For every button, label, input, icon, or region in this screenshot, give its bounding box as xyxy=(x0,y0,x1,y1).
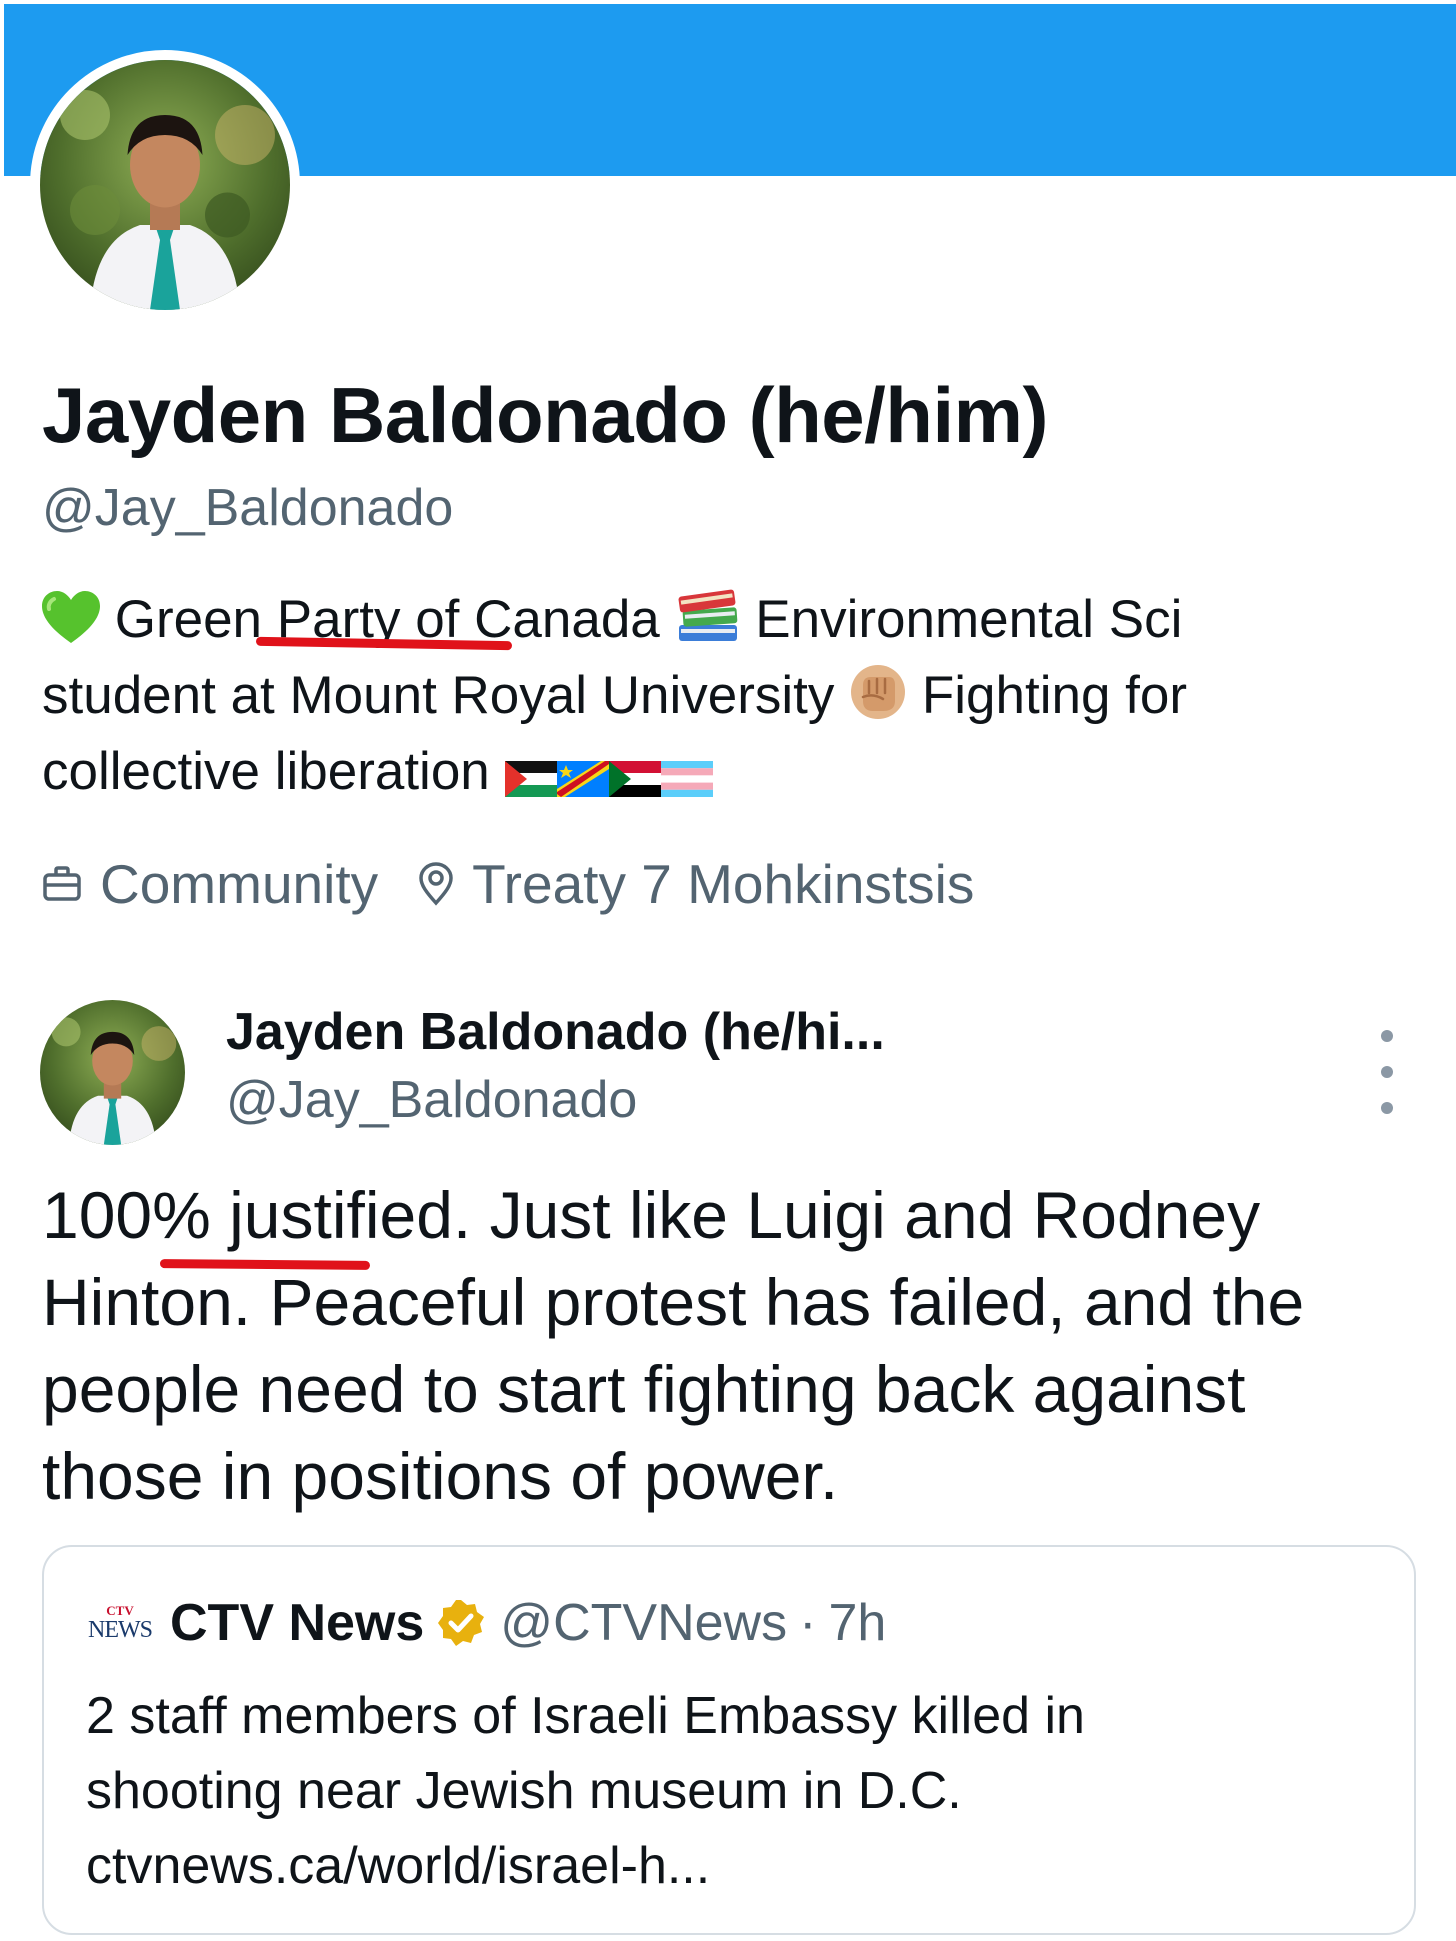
quoted-link[interactable]: ctvnews.ca/world/israel-h... xyxy=(86,1829,1386,1904)
ctv-logo-top: CTV xyxy=(106,1602,134,1618)
bio-line-3: collective liberation xyxy=(42,734,1412,810)
books-emoji xyxy=(675,589,741,645)
quoted-author-handle[interactable]: @CTVNews xyxy=(500,1593,787,1653)
sudan-flag-emoji xyxy=(608,761,661,797)
bio-text-university: student at Mount Royal University xyxy=(42,666,835,725)
more-vertical-icon[interactable] xyxy=(1372,1030,1402,1114)
tweet-text: 100% justified. Just like Luigi and Rodn… xyxy=(42,1172,1422,1520)
quoted-timestamp[interactable]: 7h xyxy=(828,1593,886,1653)
tweet-text-line: 100% justified. Just like Luigi and Rodn… xyxy=(42,1178,1261,1252)
transgender-flag-emoji xyxy=(660,761,713,797)
quoted-text-line: 2 staff members of Israeli Embassy kille… xyxy=(86,1687,1085,1745)
location-pin-icon xyxy=(419,862,453,906)
bio-line-1: Green Party of Canada Environmental Sci xyxy=(42,582,1412,658)
profile-handle: @Jay_Baldonado xyxy=(42,479,454,537)
tweet-author-handle[interactable]: @Jay_Baldonado xyxy=(226,1070,637,1130)
tweet-author-avatar[interactable] xyxy=(40,1000,185,1145)
tweet-text-line: those in positions of power. xyxy=(42,1439,839,1513)
tweet-text-line: people need to start fighting back again… xyxy=(42,1352,1246,1426)
profile-display-name: Jayden Baldonado (he/him) xyxy=(42,371,1048,459)
ctv-logo-text: NEWS xyxy=(88,1616,153,1643)
ctv-news-logo: CTV NEWS xyxy=(88,1602,153,1643)
verified-gold-badge-icon xyxy=(438,1600,485,1646)
profile-location-text: Treaty 7 Mohkinstsis xyxy=(472,853,975,915)
quoted-author-name[interactable]: CTV News xyxy=(170,1593,424,1653)
quoted-text-line: shooting near Jewish museum in D.C. xyxy=(86,1762,962,1820)
profile-bio: Green Party of Canada Environmental Sci … xyxy=(42,582,1412,810)
quoted-separator: · xyxy=(799,1594,817,1652)
bio-text-fighting: Fighting for xyxy=(921,666,1188,725)
green-heart-emoji xyxy=(42,591,100,645)
quoted-tweet-text: 2 staff members of Israeli Embassy kille… xyxy=(86,1679,1386,1904)
tweet-text-line: Hinton. Peaceful protest has failed, and… xyxy=(42,1265,1305,1339)
profile-page: Jayden Baldonado (he/him) @Jay_Baldonado… xyxy=(0,0,1456,1941)
profile-category-text: Community xyxy=(100,853,379,915)
dr-congo-flag-emoji xyxy=(556,761,609,797)
tweet-author-name[interactable]: Jayden Baldonado (he/hi... xyxy=(226,1002,885,1062)
profile-avatar[interactable] xyxy=(30,50,300,320)
quoted-tweet-card[interactable]: CTV NEWS CTV News @CTVNews · 7h 2 staff … xyxy=(42,1545,1416,1935)
profile-category: Community xyxy=(42,852,378,916)
bio-text-environmental: Environmental Sci xyxy=(755,590,1183,649)
briefcase-icon xyxy=(43,866,81,901)
quoted-tweet-header: CTV NEWS CTV News @CTVNews · 7h xyxy=(88,1593,886,1653)
raised-fist-emoji xyxy=(849,663,907,721)
red-underline-annotation xyxy=(159,1259,371,1270)
bio-text-liberation: collective liberation xyxy=(42,742,490,801)
profile-location: Treaty 7 Mohkinstsis xyxy=(418,852,974,916)
palestine-flag-emoji xyxy=(504,761,557,797)
bio-line-2: student at Mount Royal University Fighti… xyxy=(42,658,1412,734)
profile-meta: Community Treaty 7 Mohkinstsis xyxy=(42,852,974,916)
